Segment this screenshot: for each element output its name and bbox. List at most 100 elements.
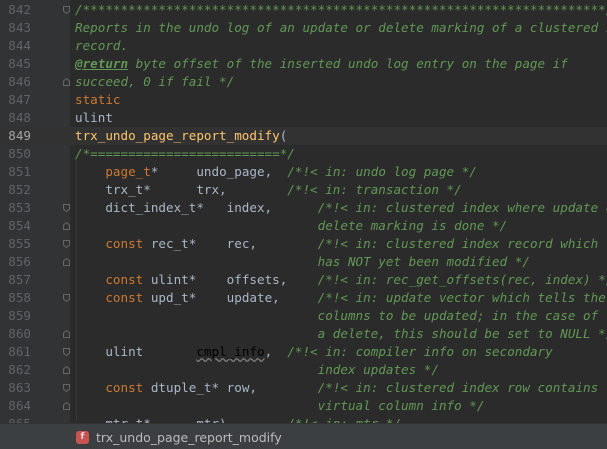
line-number: 864 — [8, 398, 31, 413]
code-line[interactable]: 860 a delete, this should be set to NULL… — [0, 325, 607, 343]
line-number: 847 — [8, 92, 31, 107]
breadcrumb-label: trx_undo_page_report_modify — [96, 429, 282, 445]
code-line[interactable]: 856 has NOT yet been modified */ — [0, 253, 607, 271]
code-line[interactable]: 850 /*=========================*/ — [0, 145, 607, 163]
fold-start-icon[interactable] — [63, 294, 70, 302]
code-token: /*!< in: update vector which tells the — [317, 290, 606, 305]
code-line[interactable]: 851 page_t* undo_page, /*!< in: undo log… — [0, 163, 607, 181]
fold-end-icon[interactable] — [63, 402, 70, 410]
code-line[interactable]: 852 trx_t* trx, /*!< in: transaction */ — [0, 181, 607, 199]
code-line[interactable]: 862 index updates */ — [0, 361, 607, 379]
code-token: const — [105, 272, 144, 287]
fold-start-icon[interactable] — [63, 6, 70, 14]
code-line[interactable]: 865 mtr_t* mtr) /*!< in: mtr */ — [0, 415, 607, 423]
fold-end-icon[interactable] — [63, 366, 70, 374]
code-line[interactable]: 845 @return byte offset of the inserted u… — [0, 55, 607, 73]
code-line[interactable]: 854 delete marking is done */ — [0, 217, 607, 235]
code-token: cmpl_info — [196, 344, 265, 359]
line-number: 853 — [8, 200, 31, 215]
line-number: 862 — [8, 362, 31, 377]
code-token: has NOT yet been modified */ — [75, 254, 530, 269]
code-line[interactable]: 848 ulint — [0, 109, 607, 127]
code-editor[interactable]: 842 /************************************… — [0, 0, 607, 423]
breadcrumb-item-function[interactable]: f trx_undo_page_report_modify — [76, 428, 282, 446]
code-token: record. — [75, 38, 129, 53]
line-number: 859 — [8, 308, 31, 323]
code-line[interactable]: 849 trx_undo_page_report_modify( — [0, 127, 607, 145]
fold-end-icon[interactable] — [63, 222, 70, 230]
code-text: record. — [75, 37, 128, 55]
code-token: columns to be updated; in the case of — [75, 308, 599, 323]
code-token: /*!< in: compiler info on secondary — [287, 344, 553, 359]
code-line[interactable]: 861 ulint cmpl_info, /*!< in: compiler i… — [0, 343, 607, 361]
line-number: 852 — [8, 182, 31, 197]
code-token: dtuple_t* row, — [143, 380, 318, 395]
code-line[interactable]: 844 record. — [0, 37, 607, 55]
code-token: /***************************************… — [75, 2, 607, 17]
code-line[interactable]: 846 succeed, 0 if fail */ — [0, 73, 607, 91]
line-number: 858 — [8, 290, 31, 305]
line-number: 855 — [8, 236, 31, 251]
code-token: ulint* offsets, — [143, 272, 318, 287]
code-line[interactable]: 858 const upd_t* update, /*!< in: update… — [0, 289, 607, 307]
fold-end-icon[interactable] — [63, 78, 70, 86]
fold-start-icon[interactable] — [63, 204, 70, 212]
line-number: 849 — [8, 128, 31, 143]
code-line[interactable]: 864 virtual column info */ — [0, 397, 607, 415]
code-line[interactable]: 843 Reports in the undo log of an update … — [0, 19, 607, 37]
function-icon: f — [76, 430, 89, 444]
code-line[interactable]: 859 columns to be updated; in the case o… — [0, 307, 607, 325]
line-number: 844 — [8, 38, 31, 53]
line-number: 848 — [8, 110, 31, 125]
code-text: page_t* undo_page, /*!< in: undo log pag… — [75, 163, 477, 181]
code-line[interactable]: 857 const ulint* offsets, /*!< in: rec_g… — [0, 271, 607, 289]
line-number: 850 — [8, 146, 31, 161]
fold-start-icon[interactable] — [63, 384, 70, 392]
fold-start-icon[interactable] — [63, 348, 70, 356]
code-token: trx_undo_page_report_modify — [75, 128, 280, 143]
code-line[interactable]: 855 const rec_t* rec, /*!< in: clustered… — [0, 235, 607, 253]
code-token: /*=========================*/ — [75, 146, 295, 161]
code-text: trx_t* trx, /*!< in: transaction */ — [75, 181, 462, 199]
line-number: 843 — [8, 20, 31, 35]
code-token: mtr_t* mtr) — [75, 416, 287, 423]
fold-end-icon[interactable] — [63, 258, 70, 266]
fold-end-icon[interactable] — [63, 330, 70, 338]
code-text: columns to be updated; in the case of — [75, 307, 599, 325]
code-line[interactable]: 847 static — [0, 91, 607, 109]
code-token: trx_t* trx, — [75, 182, 288, 197]
code-text: const upd_t* update, /*!< in: update vec… — [75, 289, 606, 307]
code-token: Reports in the undo log of an update or … — [75, 20, 607, 35]
code-token: const — [105, 290, 144, 305]
code-text: /***************************************… — [75, 1, 607, 19]
code-text: /*=========================*/ — [75, 145, 295, 163]
code-text: delete marking is done */ — [75, 217, 508, 235]
code-token: /*!< in: clustered index row contains — [317, 380, 599, 395]
code-line[interactable]: 863 const dtuple_t* row, /*!< in: cluste… — [0, 379, 607, 397]
code-text: static — [75, 91, 121, 109]
code-token: page_t — [105, 164, 151, 179]
code-token: upd_t* update, — [143, 290, 318, 305]
breadcrumb-bar: f trx_undo_page_report_modify — [0, 423, 607, 449]
code-token: const — [105, 380, 144, 395]
code-text: virtual column info */ — [75, 397, 485, 415]
code-line[interactable]: 853 dict_index_t* index, /*!< in: cluste… — [0, 199, 607, 217]
code-token: ( — [279, 128, 288, 143]
code-token: const — [105, 236, 144, 251]
code-token: /*!< in: transaction */ — [287, 182, 462, 197]
line-number: 865 — [0, 415, 31, 423]
code-text: Reports in the undo log of an update or … — [75, 19, 607, 37]
fold-start-icon[interactable] — [63, 240, 70, 248]
code-text: has NOT yet been modified */ — [75, 253, 530, 271]
code-line[interactable]: 842 /************************************… — [0, 1, 607, 19]
code-text: trx_undo_page_report_modify( — [75, 127, 287, 145]
line-number: 851 — [8, 164, 31, 179]
code-token: /*!< in: clustered index where update or — [317, 200, 607, 215]
code-token: /*!< in: clustered index record which — [317, 236, 599, 251]
code-token: /*!< in: rec_get_offsets(rec, index) */ — [317, 272, 607, 287]
code-text: succeed, 0 if fail */ — [75, 73, 234, 91]
code-token: virtual column info */ — [75, 398, 485, 413]
line-number: 861 — [8, 344, 31, 359]
